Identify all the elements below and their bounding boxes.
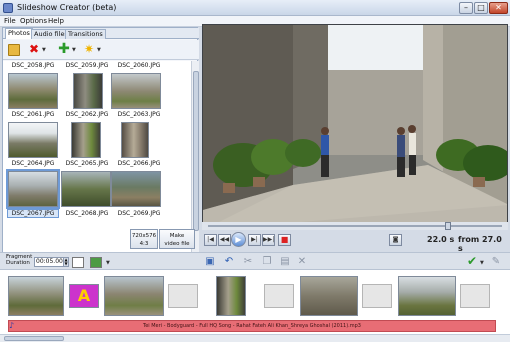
photo-caption: DSC_2063.JPG <box>117 111 161 118</box>
add-icon[interactable]: ✚ <box>58 42 70 56</box>
minimize-button[interactable]: – <box>459 2 473 14</box>
timeline-photo[interactable] <box>398 276 456 316</box>
tab-photos[interactable]: Photos <box>5 28 33 39</box>
background-color-box[interactable] <box>72 257 84 268</box>
forward-button[interactable]: ▶| <box>248 234 261 246</box>
photo-thumbnail[interactable] <box>8 122 58 158</box>
gallery-scrollbar[interactable] <box>191 61 199 253</box>
transition-slot[interactable] <box>460 284 490 308</box>
total-time: from 27.0 s <box>458 235 502 253</box>
photo-caption: DSC_2060.JPG <box>117 62 161 69</box>
menu-options[interactable]: Options <box>20 17 47 25</box>
transition-slot[interactable] <box>168 284 198 308</box>
delete-icon[interactable]: ✕ <box>296 256 308 268</box>
timeline-photo[interactable] <box>104 276 164 316</box>
photo-caption: DSC_2069.JPG <box>117 210 161 217</box>
photo-thumbnail[interactable] <box>121 122 149 158</box>
close-button[interactable]: ✕ <box>489 2 508 14</box>
left-panel: Photos Audio files Transitions ✖ ▼ ✚ ▼ ✷… <box>2 27 199 253</box>
photo-caption: DSC_2061.JPG <box>11 111 55 118</box>
timeline-toolbar: Fragment Duration 00:05.000 ▲ ▼ ▼ ▣ ↶ ✂ ❐… <box>0 252 510 269</box>
fragment-duration-label: Fragment Duration <box>6 254 32 266</box>
last-frame-button[interactable]: ▶▶| <box>262 234 275 246</box>
save-icon[interactable]: ▣ <box>204 256 216 268</box>
make-video-label-1: Make <box>169 233 185 239</box>
seek-thumb[interactable] <box>444 222 451 230</box>
menu-help[interactable]: Help <box>48 17 64 25</box>
window-title: Slideshow Creator (beta) <box>17 3 117 12</box>
photo-thumbnail[interactable] <box>111 171 161 207</box>
seek-track <box>208 225 502 227</box>
resolution-button[interactable]: 720x576 4:3 <box>130 229 158 249</box>
photo-caption: DSC_2067.JPG <box>11 210 55 217</box>
photo-caption: DSC_2064.JPG <box>11 160 55 167</box>
paste-icon[interactable]: ▤ <box>279 256 291 268</box>
audio-track[interactable]: Tei Meri - Bodyguard - Full HQ Song - Ra… <box>8 320 496 332</box>
photo-thumbnail-selected[interactable] <box>6 169 60 209</box>
timeline-photo[interactable] <box>300 276 358 316</box>
snapshot-camera-icon[interactable]: ◙ <box>389 234 402 246</box>
photo-caption: DSC_2066.JPG <box>117 160 161 167</box>
make-video-button[interactable]: Make video file <box>159 229 195 249</box>
seek-bar[interactable] <box>202 222 508 230</box>
chevron-down-icon[interactable]: ▼ <box>97 47 101 53</box>
timeline-photo[interactable] <box>216 276 246 316</box>
chevron-down-icon[interactable]: ▼ <box>480 260 484 266</box>
stop-button[interactable]: ■ <box>278 234 291 246</box>
photo-caption: DSC_2068.JPG <box>65 210 109 217</box>
open-folder-icon[interactable] <box>8 44 20 56</box>
resolution-ratio: 4:3 <box>139 241 149 247</box>
chevron-down-icon[interactable]: ▼ <box>42 47 46 53</box>
first-frame-button[interactable]: |◀ <box>204 234 217 246</box>
effects-star-icon[interactable]: ✷ <box>83 43 95 56</box>
photo-thumbnail[interactable] <box>71 122 101 158</box>
duration-spinner[interactable]: ▲ ▼ <box>63 257 69 267</box>
timeline-scroll-thumb[interactable] <box>4 336 64 341</box>
title-bar: Slideshow Creator (beta) – □ ✕ <box>0 0 510 16</box>
photo-gallery[interactable]: DSC_2058.JPG DSC_2059.JPG DSC_2060.JPG D… <box>3 61 191 253</box>
scroll-thumb[interactable] <box>193 71 199 231</box>
image-fit-icon[interactable] <box>90 257 102 268</box>
undo-icon[interactable]: ↶ <box>223 256 235 268</box>
preview-image <box>203 25 507 228</box>
tab-strip: Photos Audio files Transitions <box>3 28 199 39</box>
timeline-photo[interactable] <box>8 276 64 316</box>
photo-caption: DSC_2059.JPG <box>65 62 109 69</box>
remove-icon[interactable]: ✖ <box>28 43 40 56</box>
video-preview <box>202 24 508 229</box>
photo-thumbnail[interactable] <box>8 73 58 109</box>
photo-thumbnail[interactable] <box>73 73 103 109</box>
rewind-button[interactable]: ◀◀ <box>218 234 231 246</box>
current-time: 22.0 s <box>427 235 455 244</box>
photo-caption: DSC_2062.JPG <box>65 111 109 118</box>
photos-toolbar: ✖ ▼ ✚ ▼ ✷ ▼ <box>3 40 199 60</box>
transition-slot[interactable] <box>362 284 392 308</box>
checkmark-icon[interactable]: ✔ <box>466 255 478 268</box>
maximize-button[interactable]: □ <box>474 2 488 14</box>
photo-thumbnail[interactable] <box>111 73 161 109</box>
chevron-down-icon[interactable]: ▼ <box>106 260 110 266</box>
app-icon <box>3 3 13 13</box>
resolution-size: 720x576 <box>131 233 157 239</box>
menu-file[interactable]: File <box>4 17 16 25</box>
chevron-down-icon[interactable]: ▼ <box>72 47 76 53</box>
timeline-scrollbar[interactable] <box>0 334 510 342</box>
transition-slot[interactable] <box>264 284 294 308</box>
make-video-label-2: video file <box>164 241 190 247</box>
music-note-icon: ♪ <box>9 321 15 330</box>
photo-caption: DSC_2065.JPG <box>65 160 109 167</box>
photo-thumbnail[interactable] <box>61 171 111 207</box>
settings-brush-icon[interactable]: ✎ <box>490 256 502 268</box>
duration-label: Duration <box>6 260 30 266</box>
player-controls: |◀ ◀◀ ▶ ▶| ▶▶| ■ ◙ 22.0 s from 27.0 s <box>202 231 508 253</box>
tab-transitions[interactable]: Transitions <box>65 29 106 39</box>
transition-icon[interactable]: A <box>69 284 99 308</box>
photo-caption: DSC_2058.JPG <box>11 62 55 69</box>
copy-icon[interactable]: ❐ <box>261 256 273 268</box>
cut-icon[interactable]: ✂ <box>242 256 254 268</box>
play-button[interactable]: ▶ <box>231 232 246 247</box>
